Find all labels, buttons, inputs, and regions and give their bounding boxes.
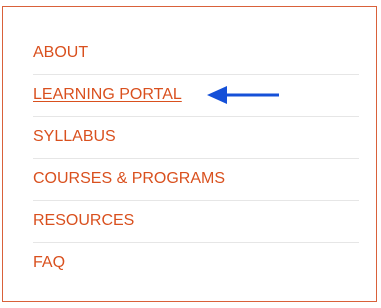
sidebar-menu-panel: ABOUT LEARNING PORTAL SYLLABUS COURSES &… [2, 6, 377, 302]
menu-item-courses-programs: COURSES & PROGRAMS [33, 159, 359, 201]
menu-item-learning-portal: LEARNING PORTAL [33, 75, 359, 117]
menu-item-syllabus: SYLLABUS [33, 117, 359, 159]
sidebar-menu-list: ABOUT LEARNING PORTAL SYLLABUS COURSES &… [33, 33, 359, 285]
menu-link-learning-portal[interactable]: LEARNING PORTAL [33, 86, 182, 104]
menu-link-about[interactable]: ABOUT [33, 44, 88, 62]
menu-link-resources[interactable]: RESOURCES [33, 212, 134, 230]
menu-item-about: ABOUT [33, 33, 359, 75]
menu-link-faq[interactable]: FAQ [33, 254, 65, 272]
menu-item-faq: FAQ [33, 243, 359, 285]
menu-link-courses-programs[interactable]: COURSES & PROGRAMS [33, 170, 225, 188]
menu-link-syllabus[interactable]: SYLLABUS [33, 128, 116, 146]
arrow-left-icon [207, 86, 279, 104]
menu-item-resources: RESOURCES [33, 201, 359, 243]
